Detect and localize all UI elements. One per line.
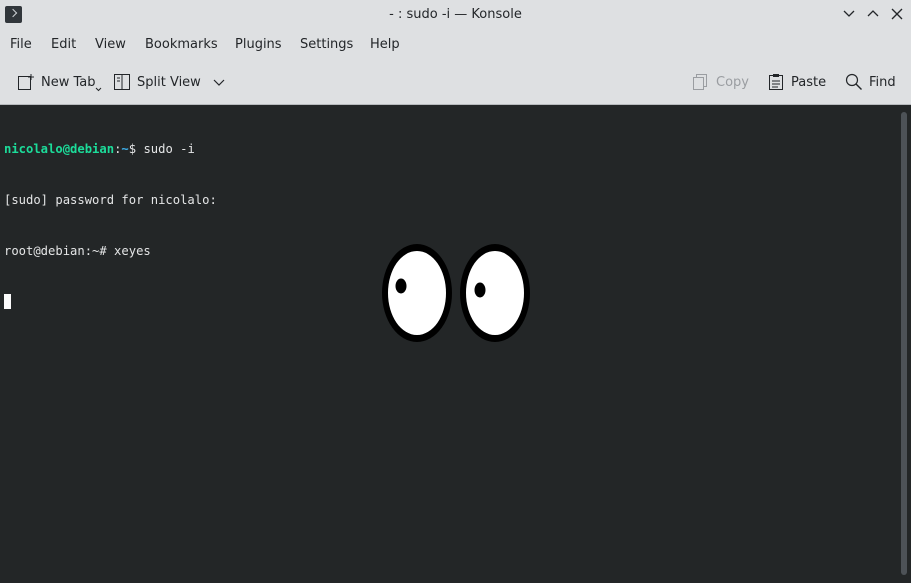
split-view-button[interactable]: Split View: [113, 71, 225, 93]
chevron-up-icon: [867, 10, 879, 17]
chevron-down-icon[interactable]: [213, 76, 225, 88]
search-icon: [845, 73, 862, 90]
close-button[interactable]: [889, 6, 905, 22]
terminal-line: [sudo] password for nicolalo:: [4, 193, 217, 207]
right-eye-white: [466, 251, 524, 335]
menu-bar: File Edit View Bookmarks Plugins Setting…: [0, 30, 911, 59]
new-tab-label: New Tab: [41, 74, 96, 90]
terminal-view[interactable]: nicolalo@debian:~$ sudo -i [sudo] passwo…: [0, 106, 911, 583]
new-tab-icon: [18, 74, 34, 90]
menu-help[interactable]: Help: [370, 37, 400, 52]
find-button[interactable]: Find: [845, 71, 896, 93]
menu-settings[interactable]: Settings: [300, 37, 353, 52]
new-tab-button[interactable]: New Tab: [17, 71, 102, 93]
prompt-symbol: $: [128, 142, 144, 156]
left-pupil: [395, 278, 407, 294]
terminal-output: nicolalo@debian:~$ sudo -i [sudo] passwo…: [4, 107, 217, 345]
terminal-line: [4, 294, 217, 311]
minimize-button[interactable]: [841, 6, 857, 22]
close-icon: [891, 8, 903, 20]
terminal-line: root@debian:~# xeyes: [4, 244, 151, 258]
toolbar: New Tab Split View Copy Paste Find: [0, 59, 911, 105]
paste-icon: [769, 74, 783, 90]
right-pupil: [474, 282, 486, 298]
copy-label: Copy: [716, 74, 749, 90]
copy-icon: [693, 74, 707, 90]
maximize-button[interactable]: [865, 6, 881, 22]
xeyes-window[interactable]: [380, 242, 532, 344]
scrollbar[interactable]: [901, 112, 907, 575]
prompt-user-host: nicolalo@debian: [4, 142, 115, 156]
terminal-cursor: [4, 294, 11, 309]
terminal-line: nicolalo@debian:~$ sudo -i: [4, 141, 217, 158]
find-label: Find: [869, 74, 896, 90]
left-eye-white: [388, 251, 446, 335]
prompt-command: sudo -i: [143, 142, 195, 156]
chevron-down-icon: [95, 87, 101, 91]
copy-button[interactable]: Copy: [692, 71, 749, 93]
chevron-down-icon: [843, 10, 855, 17]
paste-label: Paste: [791, 74, 827, 90]
split-view-label: Split View: [137, 74, 201, 90]
menu-bookmarks[interactable]: Bookmarks: [145, 37, 218, 52]
prompt-path: ~: [121, 142, 129, 156]
window-title: - : sudo -i — Konsole: [389, 7, 522, 22]
split-view-icon: [114, 74, 130, 90]
title-bar[interactable]: - : sudo -i — Konsole: [0, 0, 911, 30]
menu-file[interactable]: File: [10, 37, 32, 52]
paste-button[interactable]: Paste: [767, 71, 826, 93]
menu-view[interactable]: View: [95, 37, 126, 52]
menu-plugins[interactable]: Plugins: [235, 37, 282, 52]
menu-edit[interactable]: Edit: [51, 37, 76, 52]
